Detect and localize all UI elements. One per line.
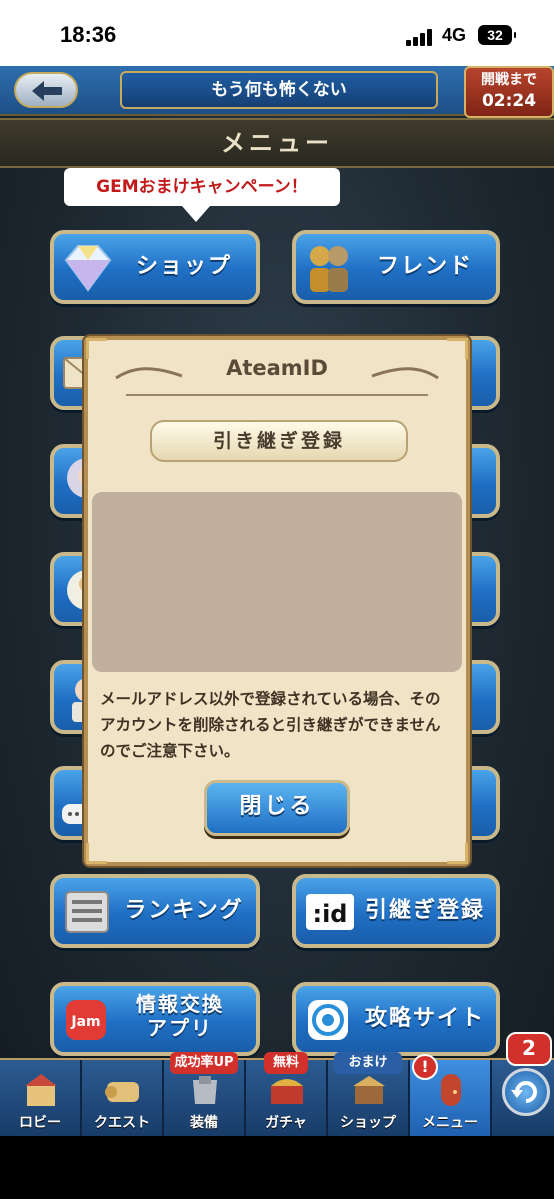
jam-app-icon: Jam bbox=[66, 1000, 106, 1040]
friend-label: フレンド bbox=[376, 254, 473, 279]
bottom-tab-bar: ロビー クエスト 成功率UP 装備 無料 ガチャ おまけ ショップ ! メニュー bbox=[0, 1052, 554, 1136]
tab-equipment-label: 装備 bbox=[190, 1115, 218, 1131]
id-icon: :id bbox=[306, 894, 354, 930]
dialog-notice: メールアドレス以外で登録されている場合、そのアカウントを削除されると引き継ぎがで… bbox=[100, 690, 441, 760]
dialog-title: AteamID bbox=[226, 356, 328, 380]
timer-value: 02:24 bbox=[481, 91, 537, 111]
ateamid-dialog: AteamID 引き継ぎ登録 メールアドレス以外で登録されている場合、そのアカウ… bbox=[84, 336, 470, 866]
signal-icon bbox=[406, 28, 436, 46]
status-time: 18:36 bbox=[60, 22, 117, 47]
back-arrow-icon bbox=[32, 81, 62, 101]
friend-icon bbox=[310, 246, 348, 292]
page-title: メニュー bbox=[221, 129, 333, 157]
tab-quest-label: クエスト bbox=[94, 1115, 150, 1131]
top-bar: もう何も怖くない 開戦まで 02:24 bbox=[0, 66, 554, 118]
tab-menu[interactable]: ! メニュー bbox=[410, 1054, 492, 1136]
tab-shop-label: ショップ bbox=[340, 1115, 396, 1131]
gem-icon bbox=[64, 245, 112, 292]
ranking-button[interactable]: ランキング bbox=[50, 874, 260, 948]
success-rate-badge: 成功率UP bbox=[170, 1052, 238, 1074]
free-badge: 無料 bbox=[264, 1052, 308, 1074]
treasure-chest-icon bbox=[271, 1079, 303, 1104]
timer-label: 開戦まで bbox=[481, 72, 537, 88]
bonus-badge: おまけ bbox=[334, 1052, 402, 1074]
status-bar: 18:36 4G 32 bbox=[0, 0, 554, 66]
screen-title: もう何も怖くない bbox=[120, 71, 438, 109]
register-transfer-button[interactable]: 引き継ぎ登録 bbox=[150, 420, 408, 462]
refresh-icon bbox=[511, 1081, 537, 1103]
info-exchange-label: 情報交換 アプリ bbox=[114, 992, 246, 1040]
network-type: 4G bbox=[442, 25, 467, 45]
ranking-label: ランキング bbox=[124, 898, 244, 923]
campaign-bubble[interactable]: GEMおまけキャンペーン！ bbox=[64, 168, 340, 222]
tab-quest[interactable]: クエスト bbox=[82, 1060, 164, 1136]
back-button[interactable] bbox=[14, 72, 78, 108]
content-placeholder bbox=[92, 492, 462, 672]
id-icon-text: :id bbox=[312, 900, 347, 928]
castle-icon bbox=[25, 1074, 57, 1106]
close-button[interactable]: 閉じる bbox=[204, 780, 350, 836]
friend-button[interactable]: フレンド bbox=[292, 230, 500, 304]
ranking-board-icon bbox=[65, 891, 109, 933]
info-exchange-label-line1: 情報交換 bbox=[136, 992, 224, 1016]
dialog-corner-ornament bbox=[447, 843, 468, 864]
menu-heading-band: メニュー bbox=[0, 118, 554, 168]
tab-menu-label: メニュー bbox=[422, 1115, 478, 1131]
tab-equipment[interactable]: 成功率UP 装備 bbox=[164, 1052, 246, 1136]
shop-label: ショップ bbox=[135, 254, 232, 279]
title-divider bbox=[126, 394, 428, 396]
shop-stall-icon bbox=[353, 1076, 385, 1104]
dialog-corner-ornament bbox=[86, 843, 107, 864]
info-exchange-app-button[interactable]: Jam 情報交換 アプリ bbox=[50, 982, 260, 1056]
door-icon bbox=[441, 1074, 461, 1106]
jam-icon-text: Jam bbox=[70, 1014, 100, 1030]
strategy-site-icon bbox=[308, 1000, 348, 1040]
tab-shop[interactable]: おまけ ショップ bbox=[328, 1052, 410, 1136]
tab-lobby-label: ロビー bbox=[19, 1115, 61, 1131]
notification-count-badge: 2 bbox=[506, 1032, 552, 1066]
home-indicator-area bbox=[0, 1136, 554, 1199]
transfer-register-button[interactable]: :id 引継ぎ登録 bbox=[292, 874, 500, 948]
strategy-site-button[interactable]: 攻略サイト bbox=[292, 982, 500, 1056]
refresh-button[interactable] bbox=[502, 1068, 550, 1116]
scroll-icon bbox=[105, 1082, 139, 1102]
shop-button[interactable]: ショップ bbox=[50, 230, 260, 304]
tab-gacha-label: ガチャ bbox=[265, 1115, 307, 1131]
tab-gacha[interactable]: 無料 ガチャ bbox=[246, 1052, 328, 1136]
transfer-label: 引継ぎ登録 bbox=[364, 898, 485, 923]
info-exchange-label-line2: アプリ bbox=[147, 1016, 213, 1040]
battle-timer: 開戦まで 02:24 bbox=[464, 66, 554, 118]
tab-lobby[interactable]: ロビー bbox=[0, 1060, 82, 1136]
armor-icon bbox=[193, 1076, 217, 1104]
strategy-site-label: 攻略サイト bbox=[364, 1006, 485, 1031]
game-screen: もう何も怖くない 開戦まで 02:24 メニュー GEMおまけキャンペーン！ シ… bbox=[0, 66, 554, 1136]
battery-icon: 32 bbox=[478, 25, 516, 45]
